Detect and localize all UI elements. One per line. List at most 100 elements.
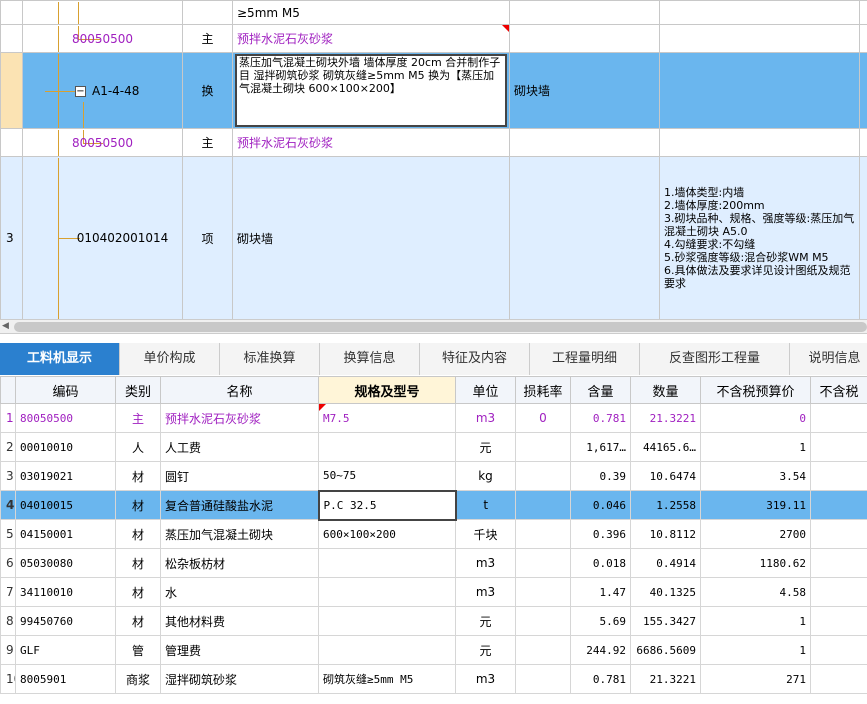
resource-price[interactable]: 1 [700, 432, 811, 462]
resource-spec[interactable]: M7.5 [318, 403, 456, 433]
col-quantity[interactable]: 数量 [630, 376, 701, 404]
quota-name-editor[interactable]: 蒸压加气混凝土砌块外墙 墙体厚度 20cm 合并制作子目 湿拌砌筑砂浆 砌筑灰缝… [232, 52, 510, 129]
table-row[interactable]: 7 34110010 材水 m3 1.47 40.1325 4.58 [0, 577, 867, 607]
resource-loss-rate[interactable] [515, 490, 571, 520]
resource-loss-rate[interactable] [515, 461, 571, 491]
resource-unit[interactable]: m3 [455, 664, 516, 694]
resource-code[interactable]: 00010010 [15, 432, 116, 462]
resource-loss-rate[interactable] [515, 548, 571, 578]
tab-conversion-info[interactable]: 换算信息 [320, 343, 420, 375]
tab-description[interactable]: 说明信息 [790, 343, 867, 375]
resource-name[interactable]: 人工费 [160, 432, 319, 462]
resource-unit[interactable]: 千块 [455, 519, 516, 549]
resource-code[interactable]: 80050500 [15, 403, 116, 433]
resource-loss-rate[interactable] [515, 606, 571, 636]
bill-description[interactable]: 1.墙体类型:内墙 2.墙体厚度:200mm 3.砌块品种、规格、强度等级:蒸压… [659, 156, 860, 320]
resource-name[interactable]: 圆钉 [160, 461, 319, 491]
table-row[interactable]: 108005901商浆湿拌砌筑砂浆砌筑灰缝≥5mm M5m3 0.78121.32… [0, 664, 867, 694]
resource-spec[interactable] [318, 432, 456, 462]
table-row[interactable]: 3 03019021 材圆钉 50~75 kg 0.39 10.6474 3.54 [0, 461, 867, 491]
resource-loss-rate[interactable] [515, 664, 571, 694]
resource-price[interactable]: 1180.62 [700, 548, 811, 578]
resource-code[interactable]: 05030080 [15, 548, 116, 578]
resource-unit[interactable]: 元 [455, 606, 516, 636]
resource-content[interactable]: 0.018 [570, 548, 631, 578]
resource-price-2[interactable] [810, 403, 867, 433]
resource-content[interactable]: 244.92 [570, 635, 631, 665]
resource-quantity[interactable]: 21.3221 [630, 664, 701, 694]
resource-price[interactable]: 3.54 [700, 461, 811, 491]
resource-price-2[interactable] [810, 519, 867, 549]
resource-spec[interactable] [318, 577, 456, 607]
material-name[interactable]: 预拌水泥石灰砂浆 [232, 128, 510, 157]
resource-name[interactable]: 其他材料费 [160, 606, 319, 636]
resource-spec[interactable]: 50~75 [318, 461, 456, 491]
resource-price-2[interactable] [810, 461, 867, 491]
resource-content[interactable]: 1.47 [570, 577, 631, 607]
resource-price-2[interactable] [810, 548, 867, 578]
material-row[interactable]: 80050500 主 预拌水泥石灰砂浆 [0, 24, 867, 53]
tab-unit-price[interactable]: 单价构成 [120, 343, 220, 375]
resource-category[interactable]: 材 [115, 606, 161, 636]
resource-price[interactable]: 1 [700, 635, 811, 665]
material-name[interactable]: 预拌水泥石灰砂浆 [232, 24, 510, 53]
resource-quantity[interactable]: 6686.5609 [630, 635, 701, 665]
quota-row-selected[interactable]: − A1-4-48 换 蒸压加气混凝土砌块外墙 墙体厚度 20cm 合并制作子目 … [0, 52, 867, 129]
col-loss-rate[interactable]: 损耗率 [515, 376, 571, 404]
resource-price[interactable]: 271 [700, 664, 811, 694]
resource-quantity[interactable]: 155.3427 [630, 606, 701, 636]
resource-code[interactable]: 04150001 [15, 519, 116, 549]
resource-code[interactable]: 34110010 [15, 577, 116, 607]
resource-category[interactable]: 材 [115, 490, 161, 520]
col-name[interactable]: 名称 [160, 376, 319, 404]
resource-spec[interactable]: P.C 32.5 [317, 489, 457, 521]
table-row[interactable]: 9 GLF 管管理费 元 244.92 6686.5609 1 [0, 635, 867, 665]
resource-unit[interactable]: 元 [455, 635, 516, 665]
col-price-2[interactable]: 不含税 [810, 376, 867, 404]
resource-unit[interactable]: kg [455, 461, 516, 491]
resource-price-2[interactable] [810, 490, 867, 520]
tab-labor-material-machine[interactable]: 工料机显示 [0, 343, 120, 375]
table-row[interactable]: 8 99450760 材其他材料费 元 5.69 155.3427 1 [0, 606, 867, 636]
tab-features[interactable]: 特征及内容 [420, 343, 530, 375]
resource-price-2[interactable] [810, 606, 867, 636]
resource-spec[interactable] [318, 548, 456, 578]
resource-quantity[interactable]: 1.2558 [630, 490, 701, 520]
resource-content[interactable]: 1,617… [570, 432, 631, 462]
scrollbar-thumb[interactable] [14, 322, 867, 332]
table-row[interactable]: 1 80050500 主预拌水泥石灰砂浆 M7.5 m3 0 0.781 21.3221 0 [0, 403, 867, 433]
col-spec[interactable]: 规格及型号 [318, 376, 456, 404]
resource-category[interactable]: 商浆 [115, 664, 161, 694]
resource-price[interactable]: 0 [700, 403, 811, 433]
resource-price-2[interactable] [810, 664, 867, 694]
col-code[interactable]: 编码 [15, 376, 116, 404]
col-unit[interactable]: 单位 [455, 376, 516, 404]
resource-loss-rate[interactable] [515, 635, 571, 665]
resource-content[interactable]: 0.046 [570, 490, 631, 520]
resource-price-2[interactable] [810, 577, 867, 607]
resource-content[interactable]: 0.781 [570, 403, 631, 433]
resource-price-2[interactable] [810, 635, 867, 665]
resource-unit[interactable]: t [455, 490, 516, 520]
resource-name[interactable]: 蒸压加气混凝土砌块 [160, 519, 319, 549]
resource-quantity[interactable]: 0.4914 [630, 548, 701, 578]
resource-price[interactable]: 4.58 [700, 577, 811, 607]
resource-spec[interactable]: 600×100×200 [318, 519, 456, 549]
table-row[interactable]: 4 04010015 材复合普通硅酸盐水泥 P.C 32.5 t 0.046 1.2558 3… [0, 489, 867, 521]
resource-price[interactable]: 1 [700, 606, 811, 636]
col-price[interactable]: 不含税预算价 [700, 376, 811, 404]
tab-quantity-details[interactable]: 工程量明细 [530, 343, 640, 375]
resource-unit[interactable]: m3 [455, 548, 516, 578]
resource-category[interactable]: 人 [115, 432, 161, 462]
resource-unit[interactable]: 元 [455, 432, 516, 462]
resource-loss-rate[interactable]: 0 [515, 403, 571, 433]
resource-code[interactable]: 04010015 [15, 490, 116, 520]
resource-quantity[interactable]: 10.8112 [630, 519, 701, 549]
col-category[interactable]: 类别 [115, 376, 161, 404]
resource-name[interactable]: 松杂板枋材 [160, 548, 319, 578]
collapse-icon[interactable]: − [75, 85, 86, 97]
bill-name[interactable]: 砌块墙 [232, 156, 510, 320]
item-name[interactable]: ≥5mm M5 [232, 0, 510, 25]
resource-category[interactable]: 材 [115, 577, 161, 607]
resource-quantity[interactable]: 10.6474 [630, 461, 701, 491]
